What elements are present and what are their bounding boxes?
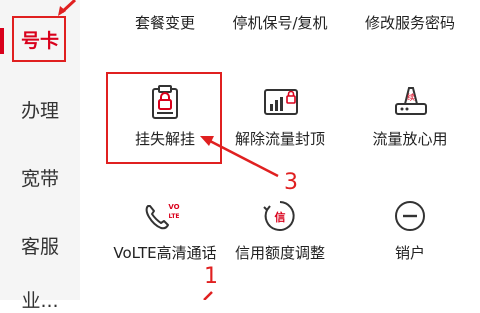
- annotation-step-1: 1: [204, 264, 218, 289]
- annotation-arrows: [58, 0, 279, 300]
- annotation-step-3: 3: [284, 170, 298, 195]
